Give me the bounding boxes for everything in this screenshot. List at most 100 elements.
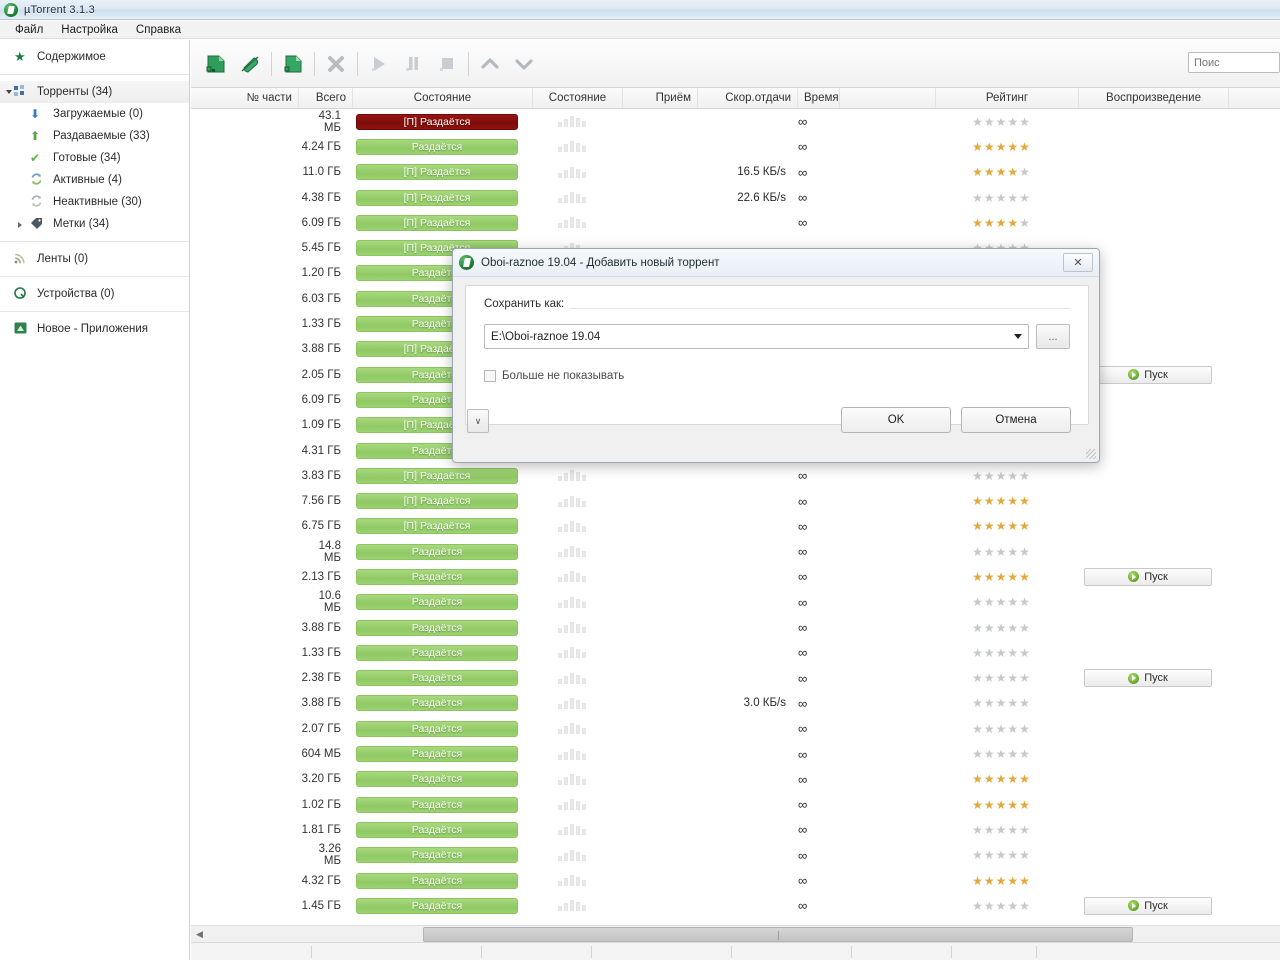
- scrollbar-track[interactable]: [208, 926, 1263, 943]
- table-row[interactable]: 1.02 ГБ Раздаётся ∞ ★★★★★: [191, 792, 1280, 817]
- column-header-7[interactable]: [840, 88, 936, 108]
- table-row[interactable]: 6.09 ГБ [П] Раздаётся ∞ ★★★★★: [191, 210, 1280, 235]
- rating-cell[interactable]: ★★★★★: [930, 116, 1073, 128]
- remove-torrent-button[interactable]: [319, 47, 353, 81]
- column-header-4[interactable]: Приём: [623, 88, 698, 108]
- table-row[interactable]: 14.8 МБ Раздаётся ∞ ★★★★★: [191, 539, 1280, 564]
- rating-cell[interactable]: ★★★★★: [930, 622, 1073, 634]
- start-button[interactable]: [362, 47, 396, 81]
- rating-cell[interactable]: ★★★★★: [930, 571, 1073, 583]
- column-header-0[interactable]: № части: [191, 88, 299, 108]
- sidebar-item-device[interactable]: Устройства (0): [0, 283, 189, 305]
- resize-grip[interactable]: [1086, 449, 1096, 459]
- rating-cell[interactable]: ★★★★★: [930, 596, 1073, 608]
- column-header-9[interactable]: Воспроизведение: [1079, 88, 1229, 108]
- rating-cell[interactable]: ★★★★★: [930, 647, 1073, 659]
- chevron-down-icon[interactable]: [1014, 334, 1022, 339]
- move-up-button[interactable]: [473, 47, 507, 81]
- sidebar-item-star[interactable]: ★ Содержимое: [0, 46, 189, 68]
- rating-cell[interactable]: ★★★★★: [930, 875, 1073, 887]
- table-row[interactable]: 1.81 ГБ Раздаётся ∞ ★★★★★: [191, 817, 1280, 842]
- menu-item-1[interactable]: Настройка: [52, 23, 127, 37]
- rating-cell[interactable]: ★★★★★: [930, 520, 1073, 532]
- save-path-combobox[interactable]: E:\Oboi-raznoe 19.04: [484, 324, 1029, 349]
- rating-cell[interactable]: ★★★★★: [930, 849, 1073, 861]
- table-row[interactable]: 1.45 ГБ Раздаётся ∞ ★★★★★ Пуск: [191, 893, 1280, 918]
- sidebar-item-upload-arrow[interactable]: ⬆ Раздаваемые (33): [0, 125, 189, 147]
- rating-cell[interactable]: ★★★★★: [930, 192, 1073, 204]
- table-row[interactable]: 4.24 ГБ Раздаётся ∞ ★★★★★: [191, 134, 1280, 159]
- table-row[interactable]: 604 МБ Раздаётся ∞ ★★★★★: [191, 741, 1280, 766]
- play-torrent-button[interactable]: Пуск: [1084, 567, 1212, 586]
- rating-cell[interactable]: ★★★★★: [930, 773, 1073, 785]
- table-row[interactable]: 3.88 ГБ Раздаётся ∞ ★★★★★: [191, 615, 1280, 640]
- sidebar-item-torrents[interactable]: Торренты (34): [0, 81, 189, 103]
- move-down-button[interactable]: [507, 47, 541, 81]
- rating-cell[interactable]: ★★★★★: [930, 799, 1073, 811]
- menu-item-0[interactable]: Файл: [6, 23, 52, 37]
- sidebar-item-apps[interactable]: Новое - Приложения: [0, 318, 189, 340]
- rating-cell[interactable]: ★★★★★: [930, 495, 1073, 507]
- sidebar-item-tag[interactable]: Метки (34): [0, 213, 189, 235]
- scroll-right-arrow[interactable]: [1263, 926, 1280, 943]
- table-row[interactable]: 2.13 ГБ Раздаётся ∞ ★★★★★ Пуск: [191, 564, 1280, 589]
- table-row[interactable]: 6.75 ГБ [П] Раздаётся ∞ ★★★★★: [191, 514, 1280, 539]
- column-header-1[interactable]: Всего: [299, 88, 353, 108]
- sidebar-item-sync[interactable]: Активные (4): [0, 169, 189, 191]
- dont-show-again-checkbox[interactable]: [484, 370, 496, 382]
- play-torrent-button[interactable]: Пуск: [1084, 669, 1212, 688]
- table-row[interactable]: 2.07 ГБ Раздаётся ∞ ★★★★★: [191, 716, 1280, 741]
- column-header-2[interactable]: Состояние: [353, 88, 533, 108]
- scrollbar-thumb[interactable]: [423, 926, 1133, 942]
- menu-item-2[interactable]: Справка: [127, 23, 190, 37]
- table-row[interactable]: 10.6 МБ Раздаётся ∞ ★★★★★: [191, 590, 1280, 615]
- table-row[interactable]: 7.56 ГБ [П] Раздаётся ∞ ★★★★★: [191, 488, 1280, 513]
- rating-cell[interactable]: ★★★★★: [930, 697, 1073, 709]
- play-torrent-button[interactable]: Пуск: [1084, 896, 1212, 915]
- add-torrent-button[interactable]: [199, 47, 233, 81]
- rating-cell[interactable]: ★★★★★: [930, 723, 1073, 735]
- rating-cell[interactable]: ★★★★★: [930, 748, 1073, 760]
- table-row[interactable]: 3.83 ГБ [П] Раздаётся ∞ ★★★★★: [191, 463, 1280, 488]
- table-row[interactable]: 2.38 ГБ Раздаётся ∞ ★★★★★ Пуск: [191, 666, 1280, 691]
- horizontal-scrollbar[interactable]: ◀: [191, 925, 1280, 942]
- browse-button[interactable]: ...: [1036, 324, 1070, 349]
- table-row[interactable]: 4.32 ГБ Раздаётся ∞ ★★★★★: [191, 868, 1280, 893]
- add-torrent-url-button[interactable]: [233, 47, 267, 81]
- column-header-3[interactable]: Состояние: [533, 88, 623, 108]
- table-row[interactable]: 11.0 ГБ [П] Раздаётся 16.5 КБ/s ∞ ★★★★★: [191, 160, 1280, 185]
- rating-cell[interactable]: ★★★★★: [930, 824, 1073, 836]
- search-input[interactable]: [1188, 52, 1280, 73]
- table-row[interactable]: 3.88 ГБ Раздаётся 3.0 КБ/s ∞ ★★★★★: [191, 691, 1280, 716]
- table-row[interactable]: 43.1 МБ [П] Раздаётся ∞ ★★★★★: [191, 109, 1280, 134]
- table-row[interactable]: 1.33 ГБ Раздаётся ∞ ★★★★★: [191, 640, 1280, 665]
- close-button[interactable]: ✕: [1063, 253, 1093, 272]
- twisty-closed-icon[interactable]: [18, 222, 22, 228]
- twisty-open-icon[interactable]: [6, 90, 12, 94]
- stop-button[interactable]: [430, 47, 464, 81]
- dont-show-again-row[interactable]: Больше не показывать: [484, 370, 624, 382]
- sidebar-item-check[interactable]: ✔ Готовые (34): [0, 147, 189, 169]
- rating-cell[interactable]: ★★★★★: [930, 217, 1073, 229]
- table-row[interactable]: 4.38 ГБ [П] Раздаётся 22.6 КБ/s ∞ ★★★★★: [191, 185, 1280, 210]
- scroll-left-arrow[interactable]: ◀: [191, 926, 208, 943]
- play-torrent-button[interactable]: Пуск: [1084, 365, 1212, 384]
- column-header-6[interactable]: Время: [798, 88, 840, 108]
- table-row[interactable]: 3.26 МБ Раздаётся ∞ ★★★★★: [191, 843, 1280, 868]
- sidebar-item-rss-feed[interactable]: Ленты (0): [0, 248, 189, 270]
- column-header-5[interactable]: Скор.отдачи: [698, 88, 798, 108]
- column-header-8[interactable]: Рейтинг: [936, 88, 1079, 108]
- create-torrent-button[interactable]: [276, 47, 310, 81]
- rating-cell[interactable]: ★★★★★: [930, 672, 1073, 684]
- rating-cell[interactable]: ★★★★★: [930, 166, 1073, 178]
- sidebar-item-sync-inactive[interactable]: Неактивные (30): [0, 191, 189, 213]
- expand-dialog-button[interactable]: ∨: [467, 409, 489, 433]
- rating-cell[interactable]: ★★★★★: [930, 141, 1073, 153]
- table-row[interactable]: 3.20 ГБ Раздаётся ∞ ★★★★★: [191, 767, 1280, 792]
- rating-cell[interactable]: ★★★★★: [930, 900, 1073, 912]
- rating-cell[interactable]: ★★★★★: [930, 470, 1073, 482]
- rating-cell[interactable]: ★★★★★: [930, 546, 1073, 558]
- ok-button[interactable]: OK: [841, 407, 951, 433]
- sidebar-item-download-arrow[interactable]: ⬇ Загружаемые (0): [0, 103, 189, 125]
- pause-button[interactable]: [396, 47, 430, 81]
